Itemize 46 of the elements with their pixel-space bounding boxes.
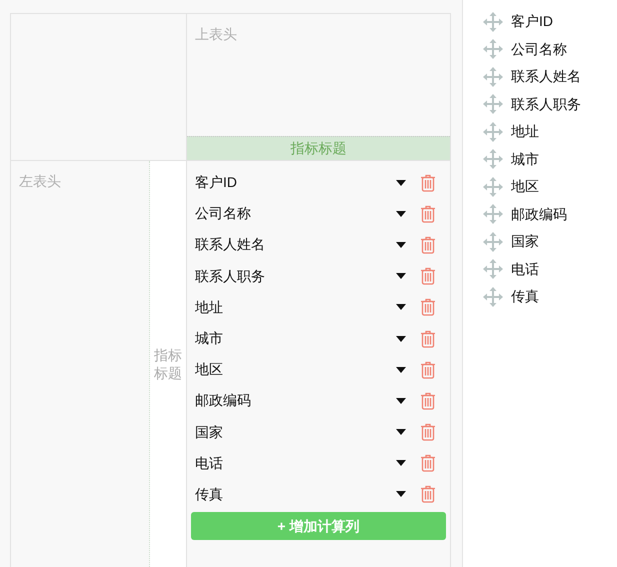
field-item[interactable]: 地区: [511, 176, 539, 198]
caret-icon[interactable]: [396, 242, 406, 248]
move-icon: [483, 232, 503, 252]
field-item[interactable]: 邮政编码: [511, 204, 567, 225]
move-icon: [483, 176, 503, 197]
metric-title-bar: 指标标题: [187, 136, 450, 160]
metric-item[interactable]: 邮政编码: [195, 390, 396, 412]
metric-item[interactable]: 国家: [195, 422, 396, 443]
field-item[interactable]: 地址: [511, 121, 539, 142]
caret-icon[interactable]: [396, 210, 406, 217]
metric-item[interactable]: 电话: [195, 452, 396, 474]
move-icon: [483, 94, 503, 114]
metric-item[interactable]: 联系人职务: [195, 266, 396, 287]
move-icon: [483, 286, 503, 307]
caret-icon[interactable]: [396, 460, 406, 466]
move-icon: [483, 122, 503, 142]
move-icon: [483, 149, 503, 170]
metric-item[interactable]: 公司名称: [195, 203, 396, 224]
move-icon: [483, 39, 503, 60]
caret-icon[interactable]: [396, 336, 406, 342]
field-item[interactable]: 客户ID: [511, 11, 553, 32]
caret-icon[interactable]: [396, 273, 406, 280]
field-item[interactable]: 电话: [511, 258, 539, 280]
field-item[interactable]: 传真: [511, 286, 539, 308]
field-item[interactable]: 联系人姓名: [511, 66, 581, 88]
field-item[interactable]: 城市: [511, 148, 539, 170]
move-icon: [483, 204, 503, 224]
caret-icon[interactable]: [396, 304, 406, 310]
caret-icon[interactable]: [396, 398, 406, 404]
metric-item[interactable]: 地址: [195, 296, 396, 318]
move-icon: [483, 66, 503, 87]
metric-item[interactable]: 传真: [195, 484, 396, 505]
metric-item[interactable]: 客户ID: [195, 172, 396, 194]
move-icon: [483, 12, 503, 32]
metric-item[interactable]: 联系人姓名: [195, 234, 396, 256]
caret-icon[interactable]: [396, 180, 406, 186]
caret-icon[interactable]: [396, 491, 406, 498]
field-item[interactable]: 国家: [511, 231, 539, 252]
caret-icon[interactable]: [396, 366, 406, 373]
metric-item[interactable]: 城市: [195, 328, 396, 350]
move-icon: [483, 259, 503, 280]
metric-title-label: 指标标题: [154, 346, 182, 382]
metric-item[interactable]: 地区: [195, 359, 396, 380]
field-item[interactable]: 公司名称: [511, 38, 567, 60]
caret-icon[interactable]: [396, 429, 406, 436]
field-item[interactable]: 联系人职务: [511, 94, 581, 115]
